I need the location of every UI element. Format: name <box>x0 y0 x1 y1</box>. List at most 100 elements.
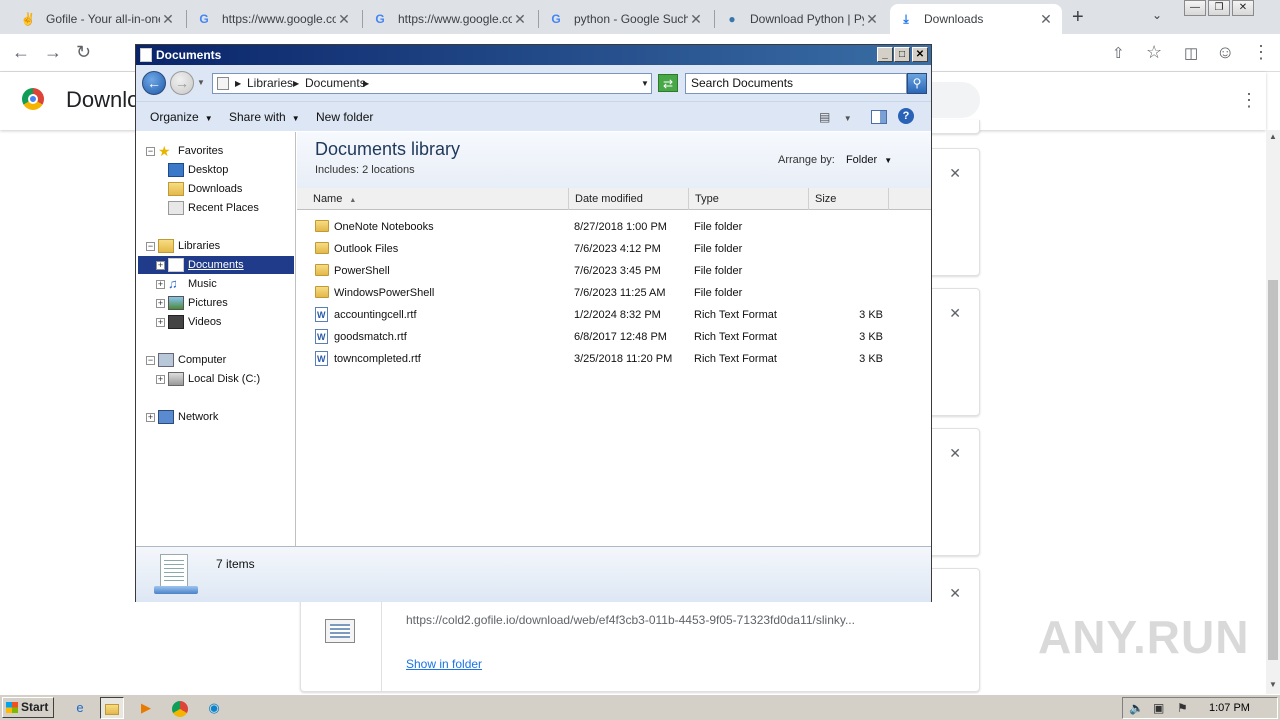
expand-icon[interactable]: + <box>156 299 165 308</box>
close-icon[interactable]: ✕ <box>160 11 176 28</box>
file-row[interactable]: accountingcell.rtf 1/2/2024 8:32 PM Rich T… <box>297 304 931 326</box>
close-window-icon[interactable]: ✕ <box>1232 0 1254 16</box>
new-tab-button[interactable]: + <box>1072 6 1084 29</box>
file-row[interactable]: WindowsPowerShell 7/6/2023 11:25 AM File f… <box>297 282 931 304</box>
remove-download-icon[interactable]: ✕ <box>949 585 961 602</box>
reload-icon[interactable]: ↻ <box>76 42 91 63</box>
collapse-icon[interactable]: − <box>146 147 155 156</box>
nav-recent-places[interactable]: Recent Places <box>136 199 295 217</box>
breadcrumb-libraries[interactable]: Libraries <box>247 74 293 93</box>
share-with-button[interactable]: Share with ▼ <box>229 110 300 124</box>
close-icon[interactable]: ✕ <box>512 11 528 28</box>
address-bar[interactable]: ▶ Libraries ▶ Documents ▶ ▼ <box>212 73 652 94</box>
address-dropdown-icon[interactable]: ▼ <box>641 74 649 93</box>
new-folder-button[interactable]: New folder <box>316 110 373 124</box>
remove-download-icon[interactable]: ✕ <box>949 445 961 462</box>
tab-downloads[interactable]: ⤓ Downloads ✕ <box>890 4 1062 34</box>
volume-icon[interactable]: 🔈 <box>1129 701 1144 715</box>
nav-favorites[interactable]: − ★ Favorites <box>136 142 295 160</box>
collapse-icon[interactable]: − <box>146 242 155 251</box>
side-panel-icon[interactable]: ◫ <box>1184 44 1198 62</box>
breadcrumb-documents[interactable]: Documents <box>305 74 366 93</box>
close-icon[interactable]: ✕ <box>336 11 352 28</box>
nav-videos[interactable]: + Videos <box>136 313 295 331</box>
tab-download-python[interactable]: ● Download Python | Pyt ✕ <box>716 4 888 34</box>
nav-pictures[interactable]: + Pictures <box>136 294 295 312</box>
download-url[interactable]: https://cold2.gofile.io/download/web/ef4… <box>406 613 855 627</box>
file-row[interactable]: towncompleted.rtf 3/25/2018 11:20 PM Rich … <box>297 348 931 370</box>
tab-google-1[interactable]: G https://www.google.co ✕ <box>188 4 360 34</box>
chevron-right-icon[interactable]: ▶ <box>293 74 299 93</box>
column-size[interactable]: Size <box>809 188 889 210</box>
media-player-icon[interactable]: ▶ <box>134 697 158 719</box>
show-in-folder-link[interactable]: Show in folder <box>406 657 482 671</box>
organize-button[interactable]: Organize ▼ <box>150 110 213 124</box>
forward-icon[interactable]: → <box>170 71 194 95</box>
change-view-icon[interactable]: ▤ ▼ <box>819 110 852 124</box>
more-options-icon[interactable]: ⋮ <box>1240 90 1258 111</box>
bookmark-star-icon[interactable]: ☆ <box>1146 42 1162 63</box>
back-icon[interactable]: ← <box>12 42 30 63</box>
chrome-icon[interactable] <box>168 697 192 719</box>
column-type[interactable]: Type <box>689 188 809 210</box>
remove-download-icon[interactable]: ✕ <box>949 165 961 182</box>
scroll-up-icon[interactable]: ▲ <box>1269 132 1277 141</box>
tab-gofile[interactable]: ✌ Gofile - Your all-in-one ✕ <box>12 4 184 34</box>
window-titlebar[interactable]: Documents _ □ ✕ <box>136 45 931 65</box>
expand-icon[interactable]: + <box>156 280 165 289</box>
expand-icon[interactable]: + <box>156 261 165 270</box>
close-icon[interactable]: ✕ <box>1038 11 1054 28</box>
tab-google-2[interactable]: G https://www.google.co ✕ <box>364 4 536 34</box>
menu-icon[interactable]: ⋮ <box>1252 42 1270 63</box>
tab-search-icon[interactable]: ⌄ <box>1152 8 1162 22</box>
expand-icon[interactable]: + <box>156 318 165 327</box>
expand-icon[interactable]: + <box>156 375 165 384</box>
refresh-icon[interactable]: ⇄ <box>658 74 678 92</box>
arrange-by-dropdown[interactable]: Folder ▼ <box>846 154 892 166</box>
action-center-flag-icon[interactable]: ⚑ <box>1177 701 1188 715</box>
start-button[interactable]: Start <box>2 697 54 718</box>
preview-pane-icon[interactable] <box>871 110 887 124</box>
file-row[interactable]: OneNote Notebooks 8/27/2018 1:00 PM File f… <box>297 216 931 238</box>
profile-icon[interactable]: ☺ <box>1216 42 1234 63</box>
file-row[interactable]: Outlook Files 7/6/2023 4:12 PM File folder <box>297 238 931 260</box>
search-input[interactable]: Search Documents <box>685 73 907 94</box>
remove-download-icon[interactable]: ✕ <box>949 305 961 322</box>
scrollbar-thumb[interactable] <box>1268 280 1278 660</box>
nav-computer[interactable]: − Computer <box>136 351 295 369</box>
maximize-icon[interactable]: □ <box>894 47 910 62</box>
expand-icon[interactable]: + <box>146 413 155 422</box>
nav-libraries[interactable]: − Libraries <box>136 237 295 255</box>
back-icon[interactable]: ← <box>142 71 166 95</box>
help-icon[interactable]: ? <box>898 108 914 124</box>
nav-network[interactable]: + Network <box>136 408 295 426</box>
share-icon[interactable]: ⇧ <box>1112 44 1125 62</box>
nav-local-disk[interactable]: + Local Disk (C:) <box>136 370 295 388</box>
nav-music[interactable]: + ♫ Music <box>136 275 295 293</box>
chevron-right-icon[interactable]: ▶ <box>363 74 369 93</box>
forward-icon[interactable]: → <box>44 42 62 63</box>
network-tray-icon[interactable]: ▣ <box>1153 701 1164 715</box>
minimize-icon[interactable]: — <box>1184 0 1206 16</box>
column-name[interactable]: Name ▲ <box>299 188 569 210</box>
restore-icon[interactable]: ❐ <box>1208 0 1230 16</box>
recent-pages-icon[interactable]: ▼ <box>197 78 205 87</box>
collapse-icon[interactable]: − <box>146 356 155 365</box>
search-icon[interactable]: ⚲ <box>907 73 927 94</box>
minimize-icon[interactable]: _ <box>877 47 893 62</box>
close-icon[interactable]: ✕ <box>688 11 704 28</box>
nav-desktop[interactable]: Desktop <box>136 161 295 179</box>
close-icon[interactable]: ✕ <box>864 11 880 28</box>
clock[interactable]: 1:07 PM <box>1209 702 1250 714</box>
scroll-down-icon[interactable]: ▼ <box>1269 680 1277 689</box>
nav-documents[interactable]: + Documents <box>138 256 294 274</box>
edge-icon[interactable]: ◉ <box>202 697 226 719</box>
chevron-right-icon[interactable]: ▶ <box>235 74 241 93</box>
library-includes[interactable]: Includes: 2 locations <box>315 164 415 176</box>
file-explorer-icon[interactable] <box>100 697 124 719</box>
close-icon[interactable]: ✕ <box>912 47 928 62</box>
file-row[interactable]: goodsmatch.rtf 6/8/2017 12:48 PM Rich Text… <box>297 326 931 348</box>
nav-downloads[interactable]: Downloads <box>136 180 295 198</box>
file-row[interactable]: PowerShell 7/6/2023 3:45 PM File folder <box>297 260 931 282</box>
internet-explorer-icon[interactable]: e <box>68 697 92 719</box>
